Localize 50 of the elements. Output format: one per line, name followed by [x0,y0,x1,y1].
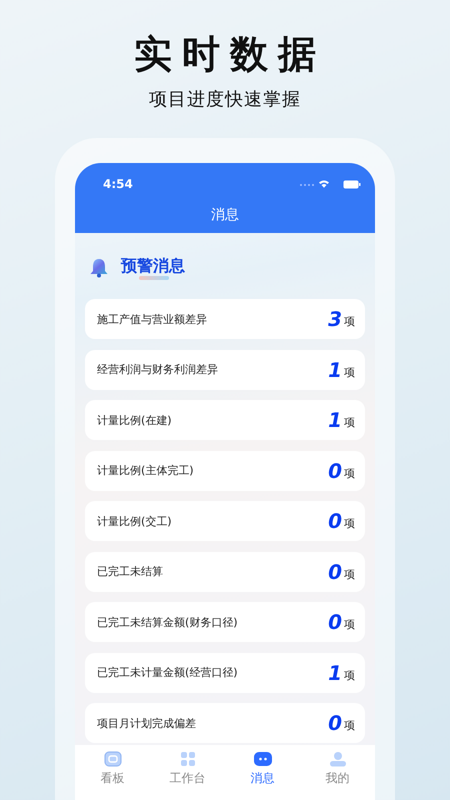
alert-item[interactable]: 已完工未计量金额(经营口径) 1 项 [85,652,365,692]
tab[interactable]: 我的 [300,745,375,800]
alert-unit: 项 [344,314,355,329]
alert-label: 计量比例(主体完工) [97,463,194,478]
alert-label: 计量比例(交工) [97,514,172,528]
tab[interactable]: 消息 [225,745,300,800]
alert-label: 已完工未计量金额(经营口径) [97,665,238,680]
alert-label: 经营利润与财务利润差异 [97,362,218,377]
alert-count: 0 [328,610,342,634]
screen-title: 消息 [210,206,240,225]
alert-label: 施工产值与营业额差异 [97,312,207,326]
headline: 实时数据 [133,31,326,77]
subtitle: 项目进度快速掌握 [149,89,301,111]
alert-item[interactable]: 已完工未结算金额(财务口径) 0 项 [85,602,365,642]
board-icon [104,751,122,767]
alert-count: 1 [328,358,342,382]
chat-icon [252,751,272,767]
alert-item[interactable]: 计量比例(主体完工) 0 项 [85,450,365,490]
alert-count: 3 [328,307,342,331]
alert-label: 项目月计划完成偏差 [97,716,196,730]
alert-count: 0 [328,458,342,482]
alert-label: 计量比例(在建) [97,412,172,428]
alert-count: 0 [328,711,342,735]
alert-item[interactable]: 项目月计划完成偏差 0 项 [85,703,365,743]
alert-item[interactable]: 计量比例(在建) 1 项 [85,400,365,440]
grid-icon [180,751,196,767]
alert-unit: 项 [344,516,355,531]
battery-icon [343,180,361,188]
alert-unit: 项 [344,466,355,480]
alert-unit: 项 [344,566,355,582]
alert-item[interactable]: 计量比例(交工) 0 项 [85,501,365,541]
alert-unit: 项 [344,415,355,430]
section-title: 预警消息 [121,256,185,276]
alert-label: 已完工未结算金额(财务口径) [97,614,238,630]
status-time: 4:54 [103,176,133,191]
alert-item[interactable]: 施工产值与营业额差异 3 项 [85,299,365,339]
user-icon [328,751,346,767]
alert-count: 0 [328,560,342,584]
alert-unit: 项 [344,364,355,380]
alert-label: 已完工未结算 [97,564,163,579]
alert-count: 1 [328,408,342,432]
alert-item[interactable]: 经营利润与财务利润差异 1 项 [85,350,365,390]
title-underline [139,276,169,280]
alert-unit: 项 [344,617,355,632]
alert-count: 1 [328,660,342,684]
alert-item[interactable]: 已完工未结算 0 项 [85,552,365,592]
alert-unit: 项 [344,718,355,733]
alert-count: 0 [328,509,342,533]
alert-unit: 项 [344,668,355,682]
bell-icon [89,258,109,278]
